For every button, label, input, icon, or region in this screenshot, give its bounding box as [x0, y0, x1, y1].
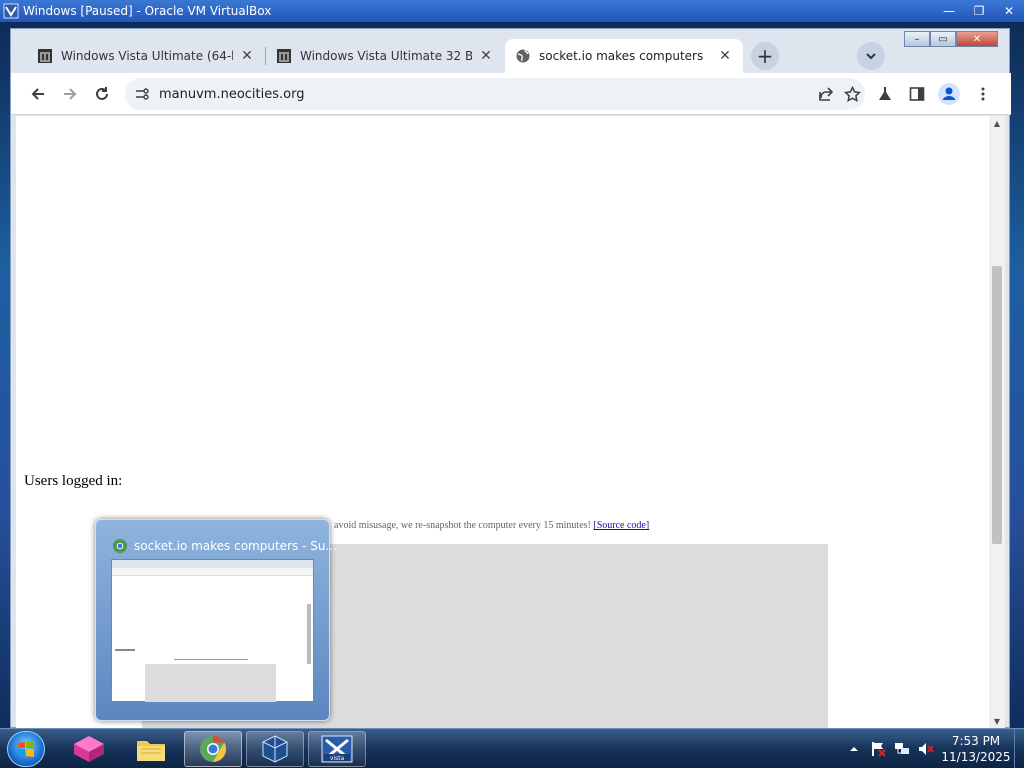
- reload-icon: [96, 87, 108, 100]
- chevron-up-icon: [850, 747, 858, 751]
- taskbar-app-virtualbox[interactable]: [246, 731, 304, 767]
- host-minimize-button[interactable]: —: [934, 1, 964, 21]
- users-logged-in-label: Users logged in:: [24, 473, 123, 489]
- page-scrollbar[interactable]: ▲ ▼: [989, 116, 1005, 728]
- host-window-title: Windows [Paused] - Oracle VM VirtualBox: [23, 4, 272, 18]
- address-bar[interactable]: manuvm.neocities.org: [125, 78, 865, 110]
- tab-label: Windows Vista Ultimate (64-bit): [61, 49, 233, 63]
- system-tray: [842, 737, 938, 761]
- start-button[interactable]: [7, 731, 45, 767]
- profile-button[interactable]: [937, 82, 961, 106]
- preview-thumbnail-image: [111, 559, 314, 702]
- folder-icon: [137, 741, 165, 761]
- tab-close-icon[interactable]: ✕: [717, 48, 733, 64]
- side-panel-button[interactable]: [905, 82, 929, 106]
- globe-icon: [515, 48, 531, 64]
- mini-toolbar: [112, 568, 313, 576]
- scroll-up-arrow-icon[interactable]: ▲: [989, 116, 1005, 130]
- tab-close-icon[interactable]: ✕: [239, 48, 255, 64]
- menu-button[interactable]: [971, 82, 995, 106]
- three-dots-vertical-icon: [981, 87, 985, 101]
- new-tab-button[interactable]: +: [751, 42, 779, 70]
- labs-button[interactable]: [873, 82, 897, 106]
- mini-tab-strip: [112, 560, 313, 568]
- host-close-button[interactable]: ✕: [994, 1, 1024, 21]
- host-title-bar: Windows [Paused] - Oracle VM VirtualBox …: [0, 0, 1024, 22]
- taskbar-app-vista-vm[interactable]: vista: [308, 731, 366, 767]
- url-text[interactable]: manuvm.neocities.org: [159, 87, 813, 102]
- show-hidden-icons-button[interactable]: [842, 744, 866, 754]
- archive-icon: [276, 48, 292, 64]
- show-desktop-button[interactable]: [1014, 729, 1024, 768]
- forward-button[interactable]: [58, 82, 82, 106]
- browser-minimize-button[interactable]: –: [904, 31, 930, 47]
- tab-label: socket.io makes computers: [539, 49, 704, 63]
- archive-icon: [37, 48, 53, 64]
- source-code-link[interactable]: [Source code]: [593, 520, 649, 531]
- side-panel-icon: [909, 87, 925, 101]
- svg-text:vista: vista: [330, 755, 345, 762]
- mini-notice: [174, 659, 248, 660]
- tab-socketio[interactable]: socket.io makes computers ✕: [505, 39, 743, 73]
- tab-close-icon[interactable]: ✕: [478, 48, 494, 64]
- browser-close-button[interactable]: ✕: [956, 31, 998, 47]
- taskbar: vista 7:53 PM 11/13/2025: [0, 728, 1024, 768]
- preview-title-text: socket.io makes computers - Su...: [134, 539, 337, 553]
- site-info-icon[interactable]: [125, 86, 159, 102]
- flask-icon: [879, 87, 891, 100]
- arrow-right-icon: [64, 88, 77, 100]
- browser-toolbar: manuvm.neocities.org: [11, 73, 1011, 115]
- clock-date: 11/13/2025: [941, 750, 1011, 764]
- windows-logo-icon: [18, 741, 34, 757]
- tab-vista-32[interactable]: Windows Vista Ultimate 32 Bit SP ✕: [266, 39, 504, 73]
- taskbar-thumbnail-preview[interactable]: socket.io makes computers - Su...: [95, 519, 337, 721]
- chrome-icon: [200, 735, 227, 763]
- scroll-down-arrow-icon[interactable]: ▼: [989, 714, 1005, 728]
- tab-label: Windows Vista Ultimate 32 Bit SP: [300, 49, 472, 63]
- host-restore-button[interactable]: ❐: [964, 1, 994, 21]
- virtualbox-icon: [3, 3, 19, 19]
- reload-button[interactable]: [90, 82, 114, 106]
- taskbar-app-file-explorer[interactable]: [122, 731, 180, 767]
- bookmark-star-icon[interactable]: [839, 85, 865, 103]
- tab-vista-64[interactable]: Windows Vista Ultimate (64-bit) ✕: [27, 39, 265, 73]
- virtualbox-cube-icon: [262, 735, 288, 763]
- profile-avatar-icon: [938, 83, 960, 105]
- clock-time: 7:53 PM: [951, 734, 1001, 748]
- chevron-down-icon: [866, 53, 876, 60]
- browser-maximize-button[interactable]: ▭: [930, 31, 956, 47]
- taskbar-app-chrome[interactable]: [184, 731, 242, 767]
- mini-text: [115, 649, 135, 651]
- volume-muted-icon[interactable]: [914, 741, 938, 757]
- arrow-left-icon: [31, 88, 44, 100]
- network-icon[interactable]: [890, 741, 914, 757]
- taskbar-app-pink-cube[interactable]: [60, 731, 118, 767]
- action-center-icon[interactable]: [866, 741, 890, 757]
- notice-text: avoid misusage, we re-snapshot the compu…: [334, 520, 591, 531]
- back-button[interactable]: [26, 82, 50, 106]
- mini-vm-screen: [145, 664, 276, 702]
- taskbar-clock[interactable]: 7:53 PM 11/13/2025: [936, 733, 1016, 765]
- tab-search-button[interactable]: [857, 42, 885, 70]
- scrollbar-thumb[interactable]: [992, 266, 1002, 544]
- preview-title: socket.io makes computers - Su...: [112, 538, 337, 554]
- chrome-icon: [113, 539, 127, 553]
- share-icon[interactable]: [813, 86, 839, 102]
- browser-window-controls: – ▭ ✕: [904, 31, 998, 49]
- mini-scrollbar: [307, 604, 311, 664]
- pink-cube-icon: [74, 736, 104, 762]
- snapshot-notice: avoid misusage, we re-snapshot the compu…: [334, 520, 649, 531]
- tab-strip: Windows Vista Ultimate (64-bit) ✕ Window…: [11, 29, 1011, 73]
- vista-vm-icon: vista: [321, 735, 353, 763]
